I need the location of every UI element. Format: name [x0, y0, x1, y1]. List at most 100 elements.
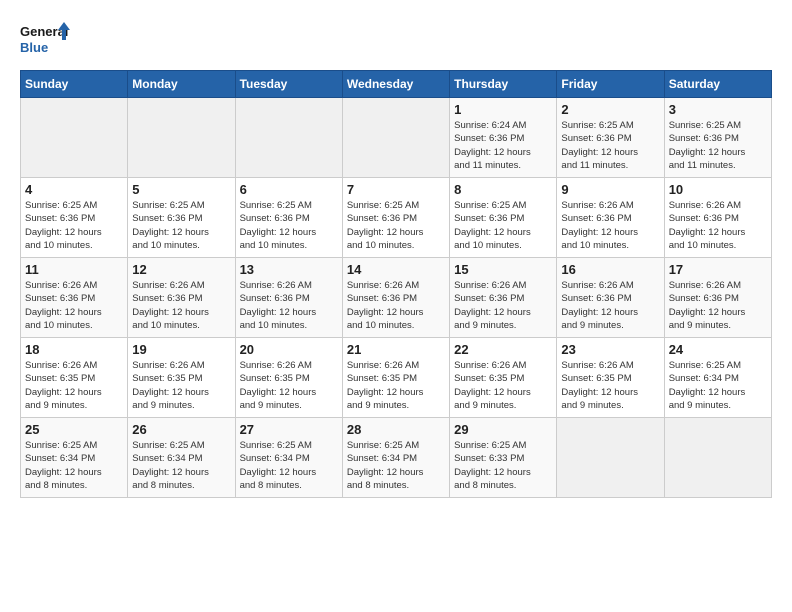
logo-svg: General Blue: [20, 20, 70, 60]
day-info: Sunrise: 6:26 AMSunset: 6:36 PMDaylight:…: [669, 199, 767, 252]
day-number: 17: [669, 262, 767, 277]
day-number: 4: [25, 182, 123, 197]
calendar-cell: 3Sunrise: 6:25 AMSunset: 6:36 PMDaylight…: [664, 98, 771, 178]
day-info: Sunrise: 6:25 AMSunset: 6:36 PMDaylight:…: [669, 119, 767, 172]
day-number: 8: [454, 182, 552, 197]
day-info: Sunrise: 6:26 AMSunset: 6:36 PMDaylight:…: [25, 279, 123, 332]
day-info: Sunrise: 6:25 AMSunset: 6:36 PMDaylight:…: [25, 199, 123, 252]
calendar-cell: 29 Sunrise: 6:25 AMSunset: 6:33 PMDayligh…: [450, 418, 557, 498]
day-info: Sunrise: 6:25 AMSunset: 6:34 PMDaylight:…: [132, 439, 230, 492]
day-info: Sunrise: 6:26 AMSunset: 6:35 PMDaylight:…: [132, 359, 230, 412]
calendar-cell: 10 Sunrise: 6:26 AMSunset: 6:36 PMDayligh…: [664, 178, 771, 258]
day-info: Sunrise: 6:25 AMSunset: 6:36 PMDaylight:…: [347, 199, 445, 252]
week-row-4: 18 Sunrise: 6:26 AMSunset: 6:35 PMDayligh…: [21, 338, 772, 418]
calendar-cell: 6 Sunrise: 6:25 AMSunset: 6:36 PMDaylight…: [235, 178, 342, 258]
day-number: 6: [240, 182, 338, 197]
calendar-cell: 15 Sunrise: 6:26 AMSunset: 6:36 PMDayligh…: [450, 258, 557, 338]
day-number: 7: [347, 182, 445, 197]
calendar-cell: 23 Sunrise: 6:26 AMSunset: 6:35 PMDayligh…: [557, 338, 664, 418]
day-number: 29: [454, 422, 552, 437]
day-number: 19: [132, 342, 230, 357]
day-info: Sunrise: 6:25 AMSunset: 6:34 PMDaylight:…: [669, 359, 767, 412]
day-info: Sunrise: 6:26 AMSunset: 6:35 PMDaylight:…: [25, 359, 123, 412]
day-info: Sunrise: 6:26 AMSunset: 6:36 PMDaylight:…: [561, 199, 659, 252]
calendar-cell: 19 Sunrise: 6:26 AMSunset: 6:35 PMDayligh…: [128, 338, 235, 418]
day-info: Sunrise: 6:25 AMSunset: 6:33 PMDaylight:…: [454, 439, 552, 492]
calendar-cell: 16 Sunrise: 6:26 AMSunset: 6:36 PMDayligh…: [557, 258, 664, 338]
day-number: 16: [561, 262, 659, 277]
day-number: 1: [454, 102, 552, 117]
day-info: Sunrise: 6:25 AMSunset: 6:36 PMDaylight:…: [561, 119, 659, 172]
day-number: 26: [132, 422, 230, 437]
day-info: Sunrise: 6:26 AMSunset: 6:36 PMDaylight:…: [454, 279, 552, 332]
day-info: Sunrise: 6:26 AMSunset: 6:36 PMDaylight:…: [347, 279, 445, 332]
svg-text:Blue: Blue: [20, 40, 48, 55]
day-number: 22: [454, 342, 552, 357]
day-info: Sunrise: 6:25 AMSunset: 6:34 PMDaylight:…: [240, 439, 338, 492]
calendar-cell: 4 Sunrise: 6:25 AMSunset: 6:36 PMDaylight…: [21, 178, 128, 258]
week-row-1: 1 Sunrise: 6:24 AMSunset: 6:36 PMDaylight…: [21, 98, 772, 178]
day-info: Sunrise: 6:25 AMSunset: 6:34 PMDaylight:…: [347, 439, 445, 492]
page-header: General Blue: [20, 20, 772, 60]
header-monday: Monday: [128, 71, 235, 98]
day-number: 11: [25, 262, 123, 277]
day-info: Sunrise: 6:26 AMSunset: 6:35 PMDaylight:…: [454, 359, 552, 412]
day-number: 18: [25, 342, 123, 357]
calendar-cell: 28Sunrise: 6:25 AMSunset: 6:34 PMDayligh…: [342, 418, 449, 498]
calendar-cell: 11 Sunrise: 6:26 AMSunset: 6:36 PMDayligh…: [21, 258, 128, 338]
calendar-cell: 5 Sunrise: 6:25 AMSunset: 6:36 PMDaylight…: [128, 178, 235, 258]
header-sunday: Sunday: [21, 71, 128, 98]
calendar-cell: 27 Sunrise: 6:25 AMSunset: 6:34 PMDayligh…: [235, 418, 342, 498]
day-number: 5: [132, 182, 230, 197]
day-number: 15: [454, 262, 552, 277]
calendar-cell: 8 Sunrise: 6:25 AMSunset: 6:36 PMDaylight…: [450, 178, 557, 258]
day-info: Sunrise: 6:25 AMSunset: 6:36 PMDaylight:…: [132, 199, 230, 252]
calendar-cell: 2 Sunrise: 6:25 AMSunset: 6:36 PMDaylight…: [557, 98, 664, 178]
day-number: 14: [347, 262, 445, 277]
day-info: Sunrise: 6:26 AMSunset: 6:36 PMDaylight:…: [132, 279, 230, 332]
day-info: Sunrise: 6:26 AMSunset: 6:36 PMDaylight:…: [669, 279, 767, 332]
calendar-cell: 13Sunrise: 6:26 AMSunset: 6:36 PMDayligh…: [235, 258, 342, 338]
day-info: Sunrise: 6:25 AMSunset: 6:34 PMDaylight:…: [25, 439, 123, 492]
day-number: 9: [561, 182, 659, 197]
day-number: 25: [25, 422, 123, 437]
calendar-cell: [21, 98, 128, 178]
calendar-cell: [664, 418, 771, 498]
week-row-3: 11 Sunrise: 6:26 AMSunset: 6:36 PMDayligh…: [21, 258, 772, 338]
header-wednesday: Wednesday: [342, 71, 449, 98]
calendar-cell: 26 Sunrise: 6:25 AMSunset: 6:34 PMDayligh…: [128, 418, 235, 498]
calendar-cell: [235, 98, 342, 178]
day-info: Sunrise: 6:24 AMSunset: 6:36 PMDaylight:…: [454, 119, 552, 172]
calendar-cell: 20 Sunrise: 6:26 AMSunset: 6:35 PMDayligh…: [235, 338, 342, 418]
day-info: Sunrise: 6:26 AMSunset: 6:35 PMDaylight:…: [347, 359, 445, 412]
day-info: Sunrise: 6:26 AMSunset: 6:36 PMDaylight:…: [240, 279, 338, 332]
day-number: 23: [561, 342, 659, 357]
day-number: 10: [669, 182, 767, 197]
calendar-cell: 14 Sunrise: 6:26 AMSunset: 6:36 PMDayligh…: [342, 258, 449, 338]
day-info: Sunrise: 6:25 AMSunset: 6:36 PMDaylight:…: [454, 199, 552, 252]
calendar-cell: 18 Sunrise: 6:26 AMSunset: 6:35 PMDayligh…: [21, 338, 128, 418]
day-info: Sunrise: 6:26 AMSunset: 6:36 PMDaylight:…: [561, 279, 659, 332]
header-thursday: Thursday: [450, 71, 557, 98]
calendar-table: SundayMondayTuesdayWednesdayThursdayFrid…: [20, 70, 772, 498]
calendar-cell: [342, 98, 449, 178]
header-friday: Friday: [557, 71, 664, 98]
day-info: Sunrise: 6:26 AMSunset: 6:35 PMDaylight:…: [561, 359, 659, 412]
day-number: 24: [669, 342, 767, 357]
day-info: Sunrise: 6:26 AMSunset: 6:35 PMDaylight:…: [240, 359, 338, 412]
logo: General Blue: [20, 20, 70, 60]
calendar-cell: [557, 418, 664, 498]
day-number: 27: [240, 422, 338, 437]
calendar-cell: 9 Sunrise: 6:26 AMSunset: 6:36 PMDaylight…: [557, 178, 664, 258]
day-number: 2: [561, 102, 659, 117]
calendar-cell: 1 Sunrise: 6:24 AMSunset: 6:36 PMDaylight…: [450, 98, 557, 178]
calendar-cell: 7 Sunrise: 6:25 AMSunset: 6:36 PMDaylight…: [342, 178, 449, 258]
calendar-cell: 22 Sunrise: 6:26 AMSunset: 6:35 PMDayligh…: [450, 338, 557, 418]
day-number: 20: [240, 342, 338, 357]
calendar-cell: 17 Sunrise: 6:26 AMSunset: 6:36 PMDayligh…: [664, 258, 771, 338]
day-info: Sunrise: 6:25 AMSunset: 6:36 PMDaylight:…: [240, 199, 338, 252]
day-number: 21: [347, 342, 445, 357]
week-row-2: 4 Sunrise: 6:25 AMSunset: 6:36 PMDaylight…: [21, 178, 772, 258]
header-saturday: Saturday: [664, 71, 771, 98]
calendar-cell: 21 Sunrise: 6:26 AMSunset: 6:35 PMDayligh…: [342, 338, 449, 418]
